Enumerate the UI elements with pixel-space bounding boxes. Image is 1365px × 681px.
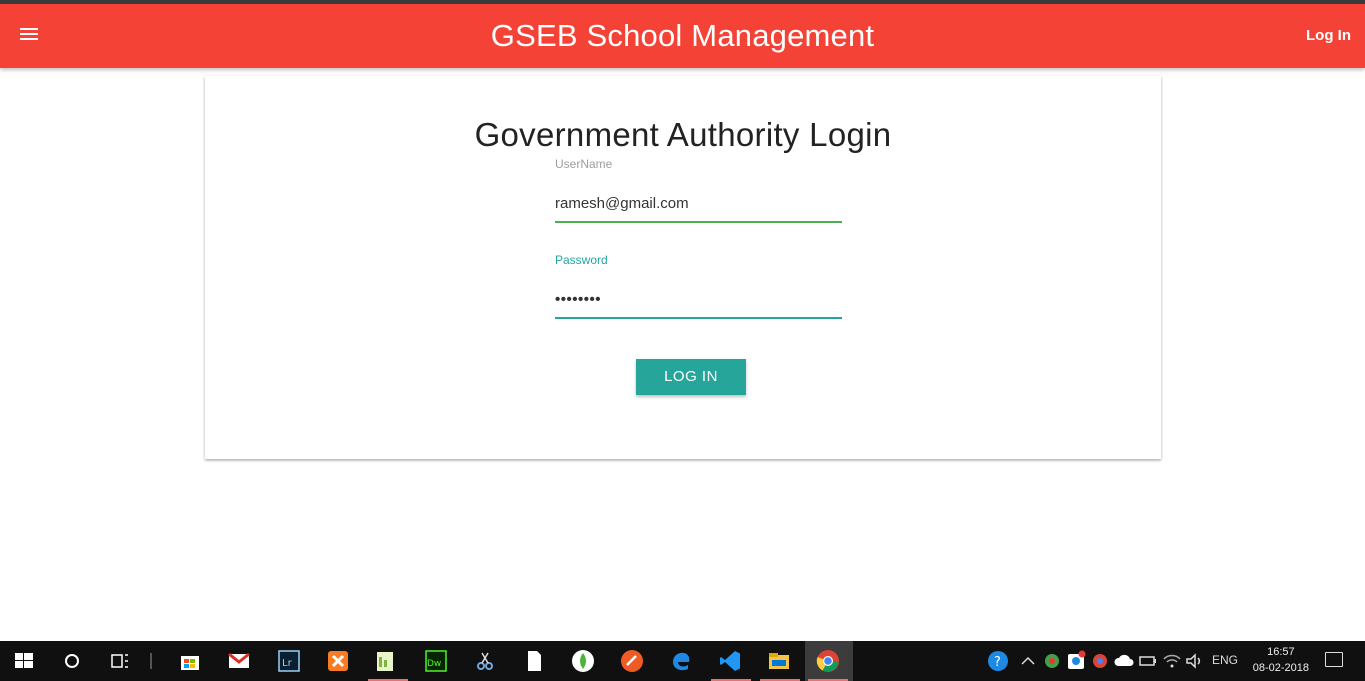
app-bar: GSEB School Management Log In (0, 4, 1365, 68)
clock[interactable]: 16:57 08-02-2018 (1253, 644, 1309, 676)
page-title: Government Authority Login (474, 116, 892, 153)
snipping-tool-icon[interactable] (473, 649, 497, 673)
store-icon[interactable] (178, 649, 202, 673)
lightroom-icon[interactable]: Lr (277, 649, 301, 673)
language-indicator[interactable]: ENG (1212, 653, 1238, 669)
password-input[interactable]: •••••••• (555, 291, 842, 313)
password-label: Password (555, 253, 608, 267)
xampp-icon[interactable] (326, 649, 350, 673)
file-icon[interactable] (522, 649, 546, 673)
clock-time: 16:57 (1267, 646, 1295, 658)
password-underline (555, 317, 842, 319)
file-explorer-icon[interactable] (767, 649, 791, 673)
volume-icon[interactable] (1182, 649, 1206, 673)
username-input[interactable]: ramesh@gmail.com (555, 195, 842, 217)
username-label: UserName (555, 157, 613, 171)
svg-text:Dw: Dw (427, 659, 441, 669)
password-field[interactable]: Password •••••••• (555, 253, 842, 319)
postman-icon[interactable] (620, 649, 644, 673)
windows-taskbar: Lr Dw ? ENG 16:57 08-02-2018 (0, 641, 1365, 681)
taskbar-divider (150, 653, 152, 669)
login-link[interactable]: Log In (1306, 27, 1351, 44)
svg-text:?: ? (994, 655, 1001, 670)
dreamweaver-icon[interactable]: Dw (424, 649, 448, 673)
svg-text:Lr: Lr (282, 658, 293, 669)
notepad-plus-icon[interactable] (374, 649, 398, 673)
wifi-icon[interactable] (1160, 649, 1184, 673)
action-center-icon[interactable] (1325, 652, 1343, 667)
vscode-icon[interactable] (718, 649, 742, 673)
gmail-icon[interactable] (227, 649, 251, 673)
edge-icon[interactable] (669, 649, 693, 673)
username-field[interactable]: UserName ramesh@gmail.com (555, 157, 842, 223)
chevron-up-icon[interactable] (1016, 649, 1040, 673)
tray-app-icon[interactable] (1040, 649, 1064, 673)
battery-icon[interactable] (1136, 649, 1160, 673)
chrome-icon[interactable] (816, 649, 840, 673)
chrome-tray-icon[interactable] (1088, 649, 1112, 673)
task-view-icon[interactable] (108, 649, 132, 673)
login-card: Government Authority Login UserName rame… (205, 76, 1161, 459)
tray-notification-icon[interactable] (1064, 649, 1088, 673)
app-title: GSEB School Management (490, 18, 875, 53)
clock-date: 08-02-2018 (1252, 662, 1309, 674)
cloud-upload-icon[interactable] (1112, 649, 1136, 673)
help-icon[interactable]: ? (986, 649, 1010, 673)
windows-start-icon[interactable] (12, 649, 36, 673)
mongodb-icon[interactable] (571, 649, 595, 673)
login-button[interactable]: LOG IN (636, 359, 746, 395)
username-underline (555, 221, 842, 223)
cortana-icon[interactable] (60, 649, 84, 673)
